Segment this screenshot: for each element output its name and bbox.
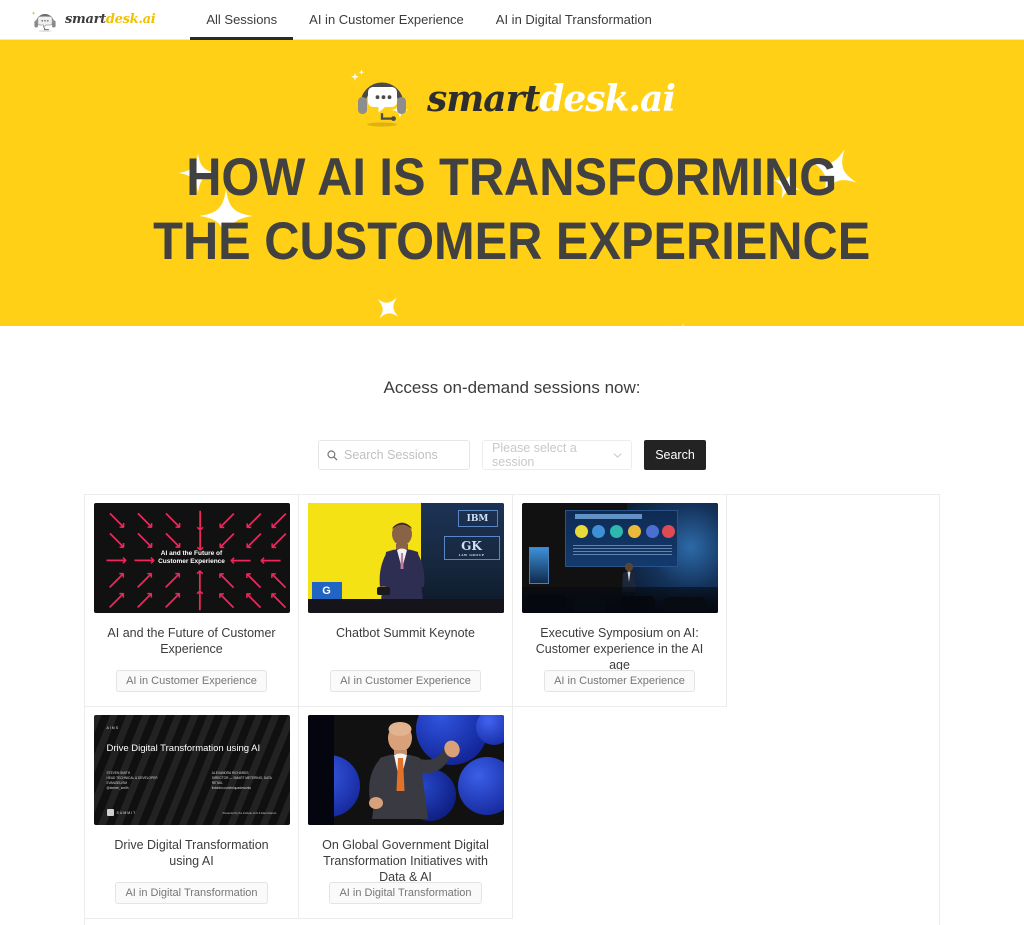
session-title: AI and the Future of Customer Experience (107, 626, 276, 656)
session-card[interactable]: Executive Symposium on AI: Customer expe… (513, 495, 727, 707)
session-title: Drive Digital Transformation using AI (114, 838, 269, 868)
session-tag[interactable]: AI in Digital Transformation (329, 882, 482, 904)
nav-item-label: AI in Digital Transformation (495, 12, 652, 27)
search-icon (327, 449, 338, 460)
session-thumbnail (307, 715, 504, 825)
nav-item-label: AI in Customer Experience (309, 12, 464, 27)
session-card[interactable]: On Global Government Digital Transformat… (299, 707, 513, 919)
hero-logo-text-primary: smart (426, 78, 540, 120)
session-tag[interactable]: AI in Customer Experience (544, 670, 695, 692)
access-heading: Access on-demand sessions now: (383, 378, 641, 397)
session-title: On Global Government Digital Transformat… (322, 838, 489, 884)
hero-logo: smartdesk.ai (349, 68, 676, 130)
session-thumbnail: AIMS Drive Digital Transformation using … (93, 715, 290, 825)
main-navigation: All Sessions AI in Customer Experience A… (190, 0, 668, 40)
sparkle-star-icon (377, 297, 399, 319)
session-card[interactable]: ⟶ ⟶ ⟶ ⟶ ⟶ ⟶ ⟶ ⟶ ⟶ ⟶ ⟶ ⟶ ⟶ ⟶ ⟶ ⟶ ⟶ ⟶ ⟶ ⟶ … (85, 495, 299, 707)
search-button[interactable]: Search (644, 440, 706, 470)
session-title: Executive Symposium on AI: Customer expe… (535, 626, 704, 672)
session-thumbnail (521, 503, 718, 613)
slide-eyebrow: AIMS (106, 726, 120, 730)
logo-text-secondary: desk.ai (105, 12, 156, 27)
session-thumbnail: ⟶ ⟶ ⟶ ⟶ ⟶ ⟶ ⟶ ⟶ ⟶ ⟶ ⟶ ⟶ ⟶ ⟶ ⟶ ⟶ ⟶ ⟶ ⟶ ⟶ … (93, 503, 290, 613)
nav-item-ai-digital-transformation[interactable]: AI in Digital Transformation (480, 0, 668, 40)
chevron-down-icon (613, 452, 622, 458)
site-header: smartdesk.ai All Sessions AI in Customer… (0, 0, 1024, 40)
session-tag[interactable]: AI in Digital Transformation (115, 882, 268, 904)
grid-empty-cell (85, 919, 299, 925)
logo-text-primary: smart (65, 12, 106, 27)
session-select-placeholder: Please select a session (492, 441, 577, 469)
hero-banner: smartdesk.ai HOW AI IS TRANSFORMING THE … (0, 40, 1024, 326)
slide-title: Drive Digital Transformation using AI (106, 743, 261, 754)
nav-item-label: All Sessions (206, 12, 278, 27)
hero-logo-text-secondary: desk.ai (539, 78, 676, 120)
session-card[interactable]: IBM GK LAW GROUP G Chatbot Summit Keynote (299, 495, 513, 707)
speaker-figure (368, 722, 460, 819)
search-controls: Search Sessions Please select a session … (0, 440, 1024, 470)
site-logo[interactable]: smartdesk.ai (30, 7, 156, 33)
grid-empty-cell (299, 919, 513, 925)
session-select[interactable]: Please select a session (482, 440, 632, 470)
sessions-grid: ⟶ ⟶ ⟶ ⟶ ⟶ ⟶ ⟶ ⟶ ⟶ ⟶ ⟶ ⟶ ⟶ ⟶ ⟶ ⟶ ⟶ ⟶ ⟶ ⟶ … (84, 494, 940, 925)
session-tag[interactable]: AI in Customer Experience (330, 670, 481, 692)
sparkle-star-icon (664, 323, 687, 326)
hero-title-line-1: HOW AI IS TRANSFORMING (186, 148, 838, 207)
headset-speech-bubble-icon (30, 7, 60, 33)
nav-item-all-sessions[interactable]: All Sessions (190, 0, 293, 40)
search-input-placeholder: Search Sessions (344, 448, 438, 462)
session-title: Chatbot Summit Keynote (336, 626, 475, 640)
session-tag[interactable]: AI in Customer Experience (116, 670, 267, 692)
hero-title: HOW AI IS TRANSFORMING THE CUSTOMER EXPE… (153, 146, 870, 274)
nav-item-ai-customer-experience[interactable]: AI in Customer Experience (293, 0, 480, 40)
headset-speech-bubble-icon (349, 68, 415, 130)
grid-empty-cell (513, 707, 727, 919)
session-thumbnail: IBM GK LAW GROUP G (307, 503, 504, 613)
hero-title-line-2: THE CUSTOMER EXPERIENCE (153, 212, 871, 271)
thumbnail-caption: AI and the Future of Customer Experience (158, 550, 225, 565)
search-input[interactable]: Search Sessions (318, 440, 470, 470)
session-card[interactable]: AIMS Drive Digital Transformation using … (85, 707, 299, 919)
